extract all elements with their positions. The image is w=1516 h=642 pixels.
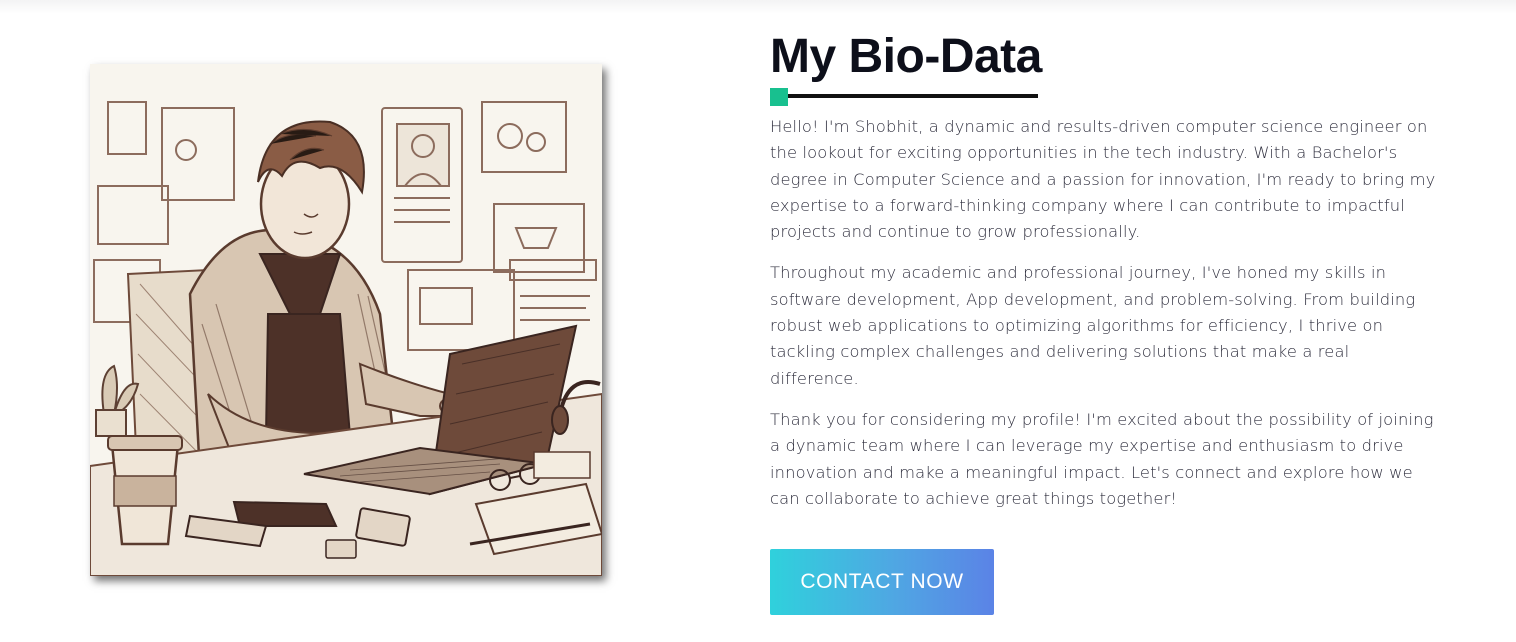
profile-illustration — [90, 64, 602, 576]
accent-square — [770, 88, 788, 106]
bio-paragraph-intro: Hello! I'm Shobhit, a dynamic and result… — [770, 117, 1436, 242]
sketch-person-laptop-icon — [90, 64, 602, 576]
top-strip — [0, 0, 1516, 14]
bio-paragraph-closing: Thank you for considering my profile! I'… — [770, 409, 1434, 508]
bio-paragraph-skills: Throughout my academic and professional … — [770, 263, 1416, 388]
bio-section: My Bio-Data Hello! I'm Shobhit, a dynami… — [770, 30, 1440, 512]
title-underline — [770, 88, 1038, 106]
underline-bar — [780, 94, 1038, 98]
contact-now-button[interactable]: CONTACT NOW — [770, 549, 994, 615]
page-title: My Bio-Data — [770, 30, 1042, 83]
